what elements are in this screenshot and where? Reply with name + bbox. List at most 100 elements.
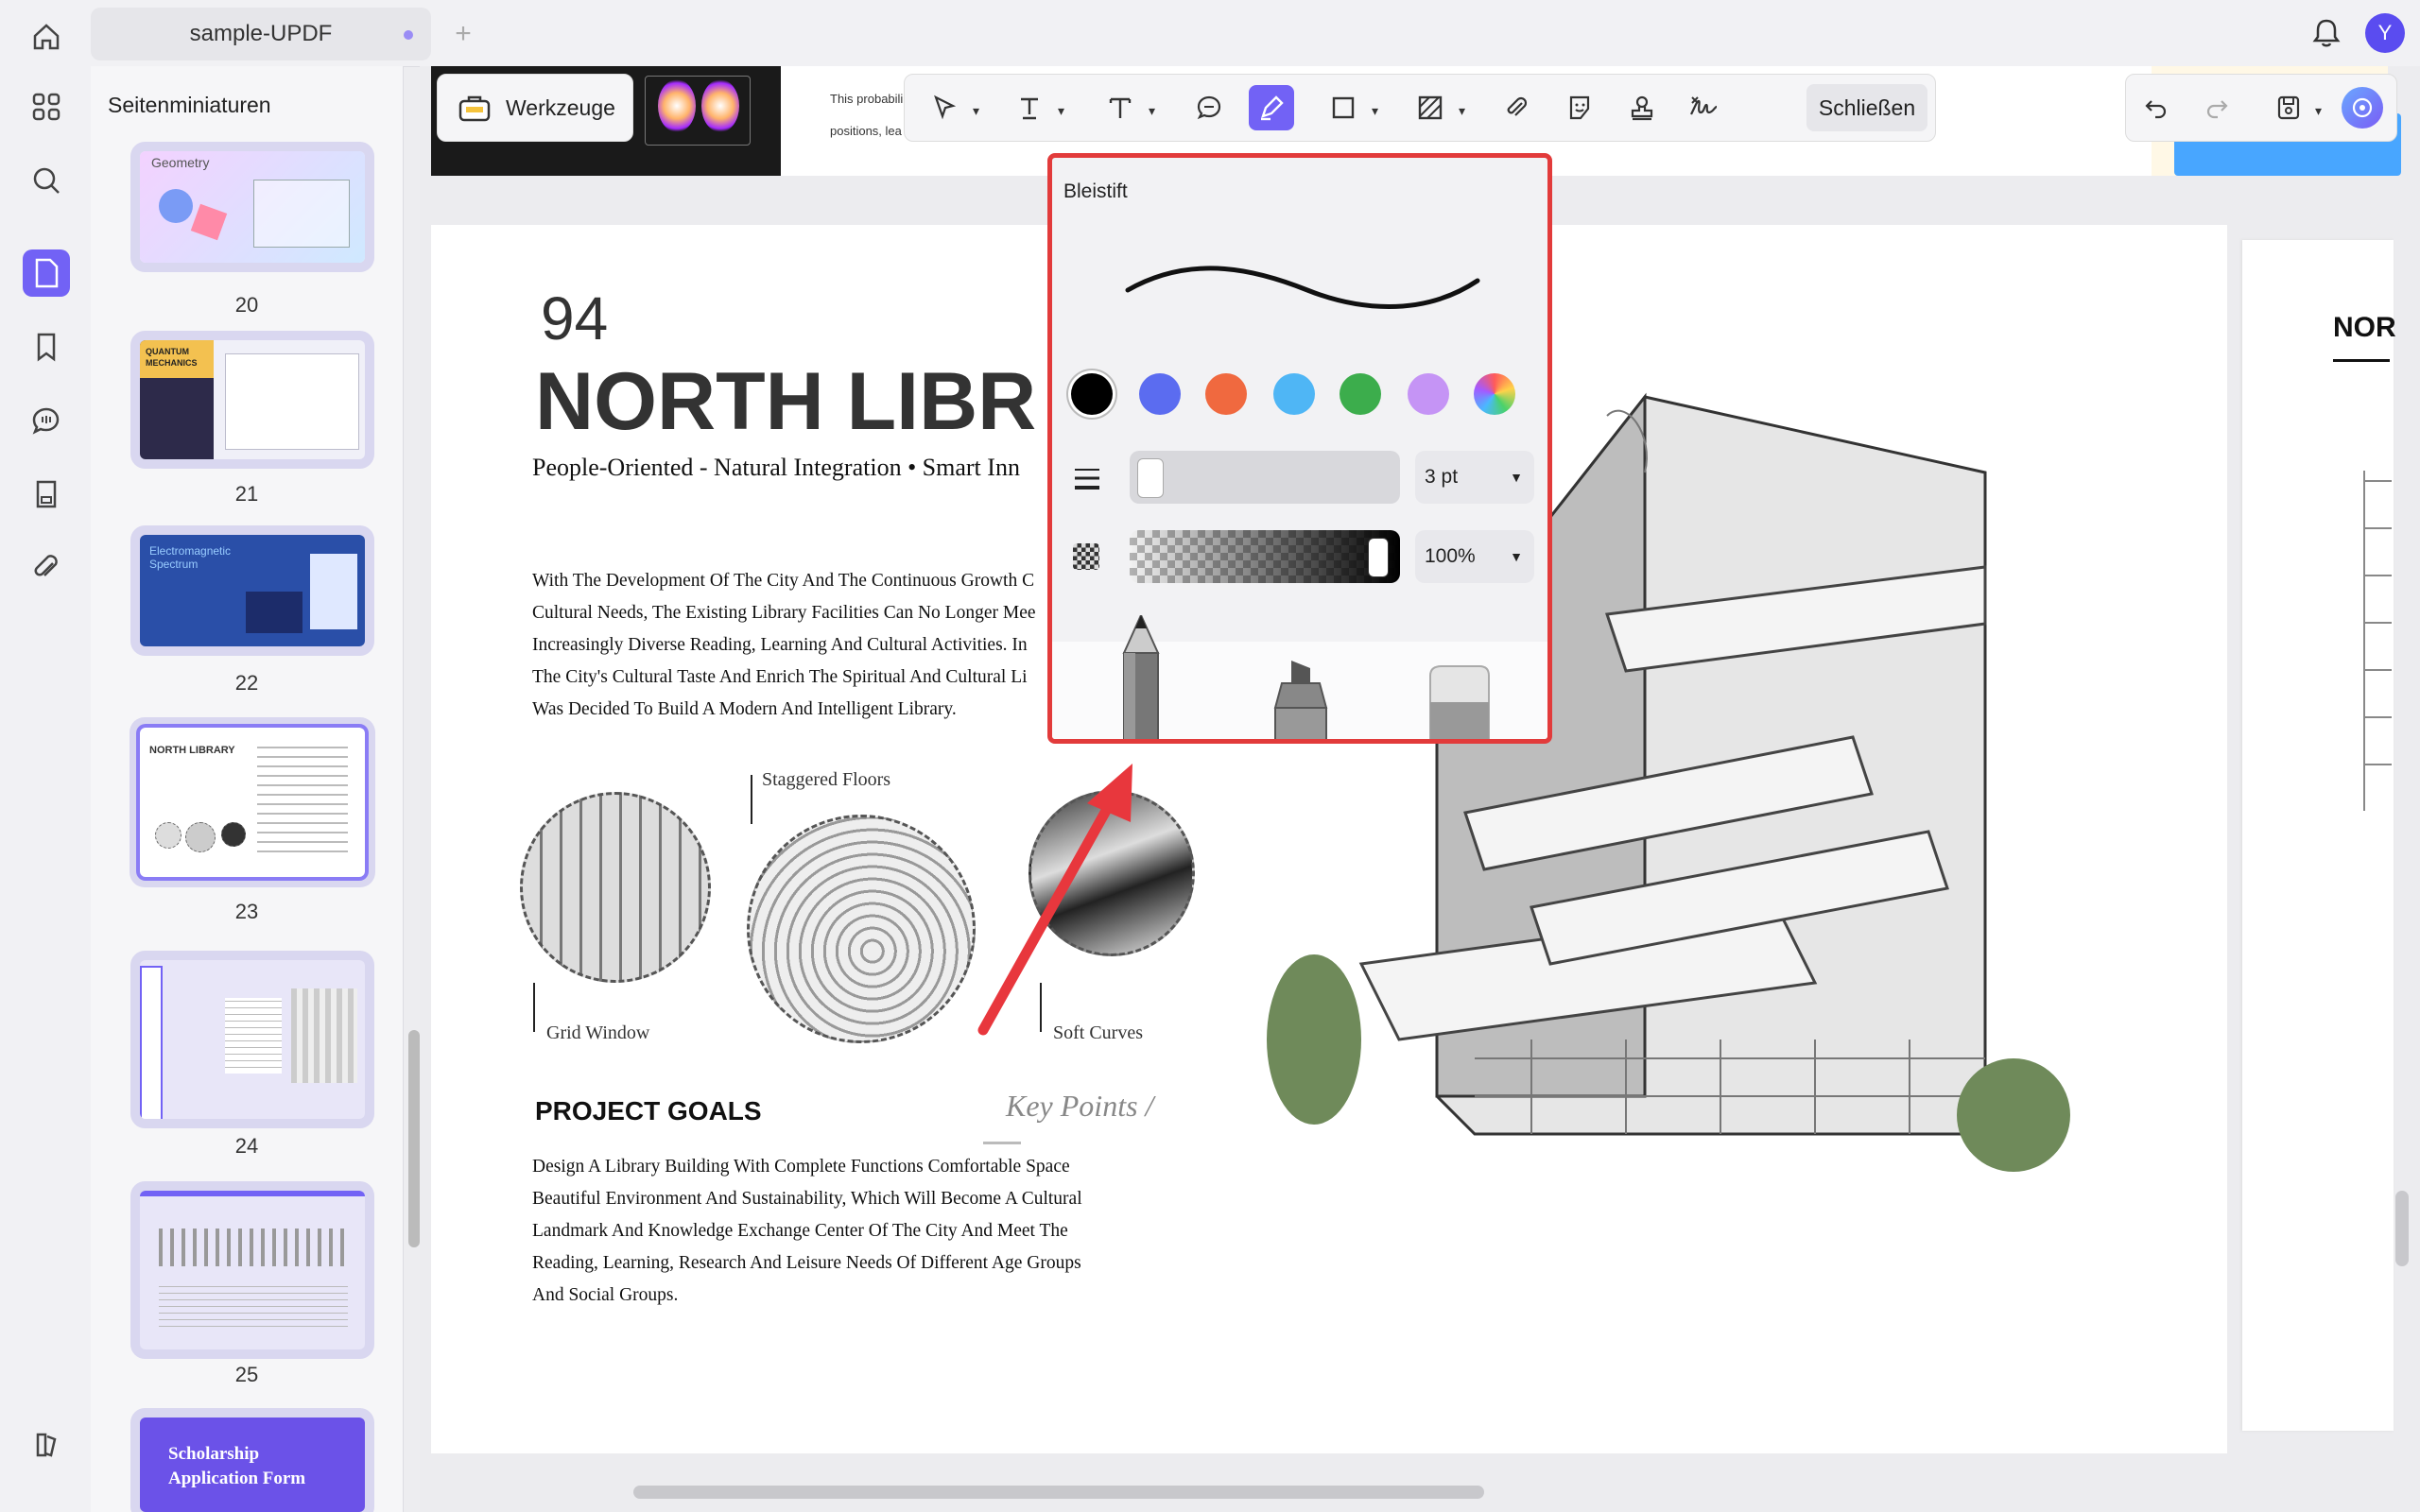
pencil-tool-icon[interactable] [1113,615,1169,744]
toolbox-icon [458,94,491,127]
stamp-icon[interactable] [1619,85,1665,130]
thumbnail-graphic [257,747,348,860]
next-page-heading: NOR [2333,312,2396,343]
undo-icon[interactable] [2134,85,2179,130]
paragraph-line: The City's Cultural Taste And Enrich The… [532,667,1028,687]
signature-icon[interactable] [1682,85,1727,130]
pen-type-tray [1052,615,1547,744]
slider-handle[interactable] [1137,458,1164,498]
thumbnail-graphic [185,822,216,852]
opacity-slider[interactable] [1130,530,1400,583]
thumbnail-number: 21 [234,482,259,506]
close-tools-button[interactable]: Schließen [1806,84,1927,131]
next-page-table [2363,471,2392,811]
paragraph-line: Was Decided To Build A Modern And Intell… [532,699,957,719]
chevron-down-icon[interactable]: ▾ [1459,103,1465,119]
thumbnail-label: Scholarship Application Form [168,1444,306,1488]
ai-assistant-icon[interactable] [2342,87,2383,129]
chevron-down-icon[interactable]: ▾ [1372,103,1378,119]
thumbnail-page-22[interactable]: Electromagnetic Spectrum [140,535,365,646]
key-points-underline [983,1142,1021,1144]
layers-icon[interactable] [23,1421,70,1469]
sticker-icon[interactable] [1557,85,1602,130]
rectangle-shape-icon[interactable] [1321,85,1366,130]
thumbnail-number: 20 [234,293,259,317]
document-tab[interactable]: sample-UPDF [91,8,431,60]
attachment-icon[interactable] [23,544,70,592]
thumbnail-page-21[interactable]: QUANTUM MECHANICS [140,340,365,459]
bookmark-icon[interactable] [23,323,70,370]
thumbnail-page-24[interactable] [140,960,365,1119]
apps-grid-icon[interactable] [23,83,70,130]
sidebar-scrollbar[interactable] [408,1030,420,1247]
stroke-size-dropdown[interactable]: 3 pt ▼ [1415,451,1534,504]
select-cursor-icon[interactable] [922,85,967,130]
stroke-size-value: 3 pt [1425,466,1459,488]
thumbnail-graphic [159,189,193,223]
thumbnail-graphic [155,822,182,849]
form-fields-icon[interactable] [23,471,70,518]
color-picker-rainbow[interactable] [1474,373,1515,415]
slider-handle[interactable] [1368,538,1389,577]
opacity-icon [1073,543,1099,570]
user-avatar[interactable]: Y [2365,13,2405,53]
save-icon[interactable] [2266,85,2311,130]
attach-file-icon[interactable] [1493,85,1538,130]
text-highlight-icon[interactable] [1007,85,1052,130]
thumbnail-graphic [225,353,359,450]
color-swatch-purple[interactable] [1408,373,1449,415]
thumbnail-graphic [140,966,163,1119]
thumbnail-page-23[interactable]: NORTH LIBRARY [140,728,365,877]
key-points-label: Key Points / [1006,1089,1154,1123]
history-toolbar: ▾ [2125,74,2397,142]
page-title: NORTH LIBR [535,356,1037,447]
chevron-down-icon[interactable]: ▾ [2315,103,2322,119]
thumbnail-number: 22 [234,671,259,695]
redo-icon[interactable] [2194,85,2239,130]
thumbnails-page-icon[interactable] [23,249,70,297]
paragraph-line: Reading, Learning, Research And Leisure … [532,1253,1081,1273]
tools-button[interactable]: Werkzeuge [437,74,633,142]
goals-paragraph: Design A Library Building With Complete … [532,1151,1118,1312]
search-icon[interactable] [23,157,70,204]
pencil-settings-panel: Bleistift 3 pt ▼ 100% ▼ [1047,153,1552,744]
thumbnail-page-25[interactable] [140,1191,365,1349]
panel-title: Bleistift [1063,180,1128,202]
thumbnail-graphic [253,180,350,248]
horizontal-scrollbar[interactable] [633,1486,1484,1499]
pdf-next-page [2242,240,2394,1431]
color-swatch-blue[interactable] [1139,373,1181,415]
color-swatch-light-blue[interactable] [1273,373,1315,415]
opacity-dropdown[interactable]: 100% ▼ [1415,530,1534,583]
vertical-scrollbar[interactable] [2395,1191,2409,1266]
thumbnail-graphic [221,822,246,847]
thumbnail-graphic [140,1191,365,1196]
marker-tool-icon[interactable] [1268,661,1334,744]
chevron-down-icon[interactable]: ▾ [1149,103,1155,119]
thumbnail-graphic [225,998,282,1074]
comments-icon[interactable] [23,397,70,444]
text-box-icon[interactable] [1098,85,1143,130]
title-bar: sample-UPDF + Y [0,0,2420,67]
area-highlight-icon[interactable] [1408,85,1453,130]
comment-icon[interactable] [1186,85,1232,130]
color-swatch-green[interactable] [1340,373,1381,415]
pencil-icon[interactable] [1249,85,1294,130]
thumbnail-page-26[interactable]: Scholarship Application Form [140,1418,365,1512]
eraser-tool-icon[interactable] [1423,664,1491,744]
chevron-down-icon[interactable]: ▾ [973,103,979,119]
bell-icon[interactable] [2307,13,2346,53]
stroke-size-slider[interactable] [1130,451,1400,504]
thumbnail-page-20[interactable]: Geometry [140,151,365,263]
thumbnail-number: 25 [234,1363,259,1386]
new-tab-button[interactable]: + [444,11,482,57]
paragraph-line: And Social Groups. [532,1285,679,1305]
goals-heading: PROJECT GOALS [535,1096,762,1125]
opacity-value: 100% [1425,545,1476,567]
chevron-down-icon[interactable]: ▾ [1058,103,1064,119]
unsaved-dot-icon [404,30,413,40]
tools-label: Werkzeuge [506,95,615,120]
home-icon[interactable] [23,13,70,60]
color-swatch-orange[interactable] [1205,373,1247,415]
color-swatch-black[interactable] [1071,373,1113,415]
